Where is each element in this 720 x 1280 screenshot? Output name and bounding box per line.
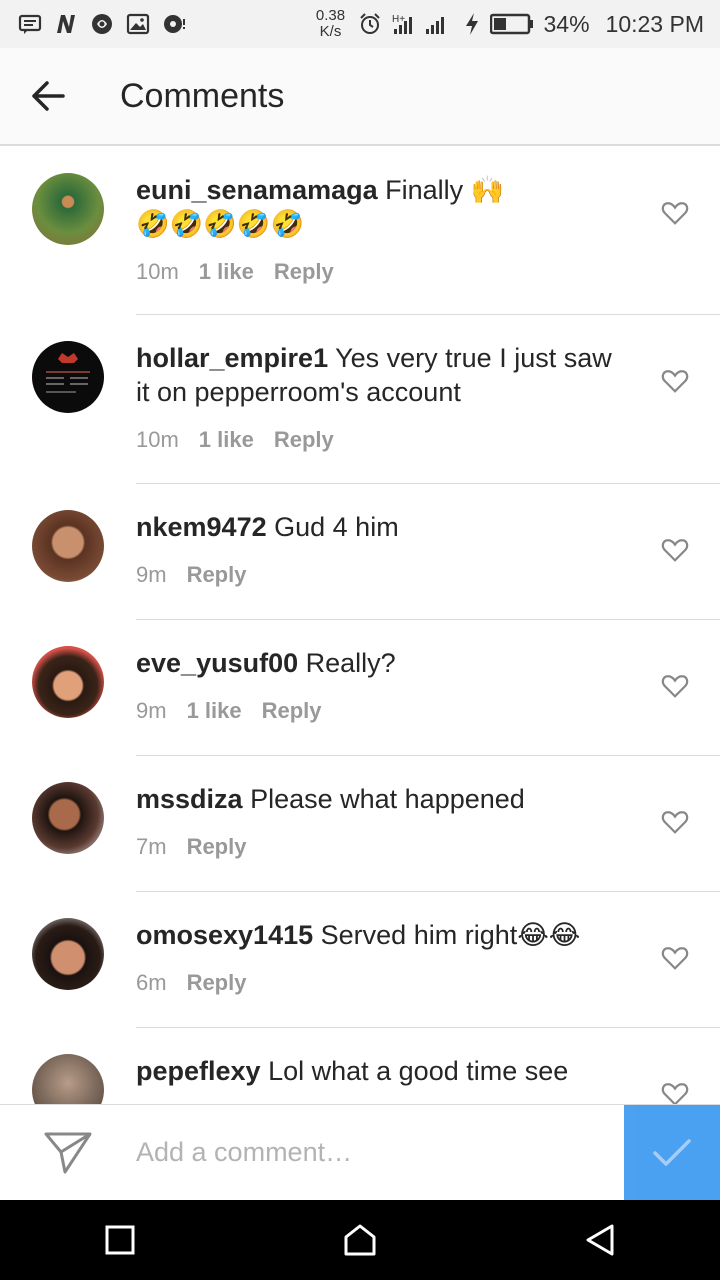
comment-item: nkem9472 Gud 4 him 9m Reply [32,484,720,620]
message-icon [18,14,42,34]
charging-icon [465,13,478,35]
heart-icon[interactable] [660,197,690,227]
comment-time: 10m [136,427,179,452]
square-icon [105,1225,135,1255]
comment-likes[interactable]: 1 like [199,255,254,289]
avatar[interactable] [32,173,104,245]
comment-meta: 9m Reply [136,558,616,592]
image-icon [126,13,150,35]
network-speed: 0.38 K/s [315,7,346,40]
alarm-icon [359,13,380,34]
comment-item: pepeflexy Lol what a good time see [32,1028,720,1104]
comment-username[interactable]: hollar_empire1 [136,343,328,373]
comment-item: hollar_empire1 Yes very true I just saw … [32,315,720,484]
comment-username[interactable]: mssdiza [136,784,243,814]
reply-button[interactable]: Reply [262,694,322,728]
comment-emoji-line: 🤣🤣🤣🤣🤣 [136,209,305,239]
comment-text: Lol what a good time see [268,1056,569,1086]
reply-button[interactable]: Reply [187,966,247,1000]
reply-button[interactable]: Reply [274,255,334,289]
home-button[interactable] [320,1200,400,1280]
media-icon [164,15,185,33]
comment-item: eve_yusuf00 Really? 9m 1 like Reply [32,620,720,756]
avatar[interactable] [32,646,104,718]
comment-meta: 7m Reply [136,830,616,864]
vpn-icon [92,14,112,34]
direct-share-button[interactable] [0,1105,136,1201]
back-nav-button[interactable] [560,1200,640,1280]
post-comment-button[interactable] [624,1104,720,1201]
battery-icon [489,13,533,35]
comment-time: 7m [136,834,167,859]
home-icon [344,1224,376,1256]
top-app-bar: Comments [0,48,720,146]
comments-list[interactable]: euni_senamamaga Finally 🙌 🤣🤣🤣🤣🤣 10m 1 li… [0,147,720,1104]
comment-meta: 10m 1 like Reply [136,255,616,289]
comment-likes[interactable]: 1 like [187,694,242,728]
avatar[interactable] [32,510,104,582]
system-nav-bar [0,1200,720,1280]
comment-item: mssdiza Please what happened 7m Reply [32,756,720,892]
comment-body: pepeflexy Lol what a good time see [136,1054,616,1088]
back-button[interactable] [0,47,96,145]
reply-button[interactable]: Reply [187,558,247,592]
comment-text: Really? [305,648,396,678]
heart-icon[interactable] [660,670,690,700]
comment-username[interactable]: omosexy1415 [136,920,313,950]
heart-icon[interactable] [660,1078,690,1104]
avatar[interactable] [32,1054,104,1104]
comment-composer [0,1104,720,1201]
heart-icon[interactable] [660,534,690,564]
comment-body: eve_yusuf00 Really? 9m 1 like Reply [136,646,616,728]
avatar[interactable] [32,341,104,413]
comment-username[interactable]: euni_senamamaga [136,175,378,205]
comment-text: Served him right😂😂 [320,920,581,950]
avatar[interactable] [32,782,104,854]
comment-meta: 6m Reply [136,966,616,1000]
status-bar: 0.38 K/s H+ 34% 10:23 PM [0,0,720,48]
comment-body: nkem9472 Gud 4 him 9m Reply [136,510,616,592]
comment-item: omosexy1415 Served him right😂😂 6m Reply [32,892,720,1028]
comment-text: Please what happened [250,784,525,814]
comment-username[interactable]: nkem9472 [136,512,267,542]
comment-text: Gud 4 him [274,512,399,542]
comment-body: mssdiza Please what happened 7m Reply [136,782,616,864]
comment-time: 10m [136,259,179,284]
comment-item: euni_senamamaga Finally 🙌 🤣🤣🤣🤣🤣 10m 1 li… [32,147,720,315]
page-title: Comments [120,76,285,115]
signal-icon: H+ [392,14,444,34]
heart-icon[interactable] [660,942,690,972]
avatar[interactable] [32,918,104,990]
checkmark-icon [653,1138,691,1166]
svg-text:H+: H+ [392,14,405,25]
comment-body: omosexy1415 Served him right😂😂 6m Reply [136,918,616,1000]
comment-likes[interactable]: 1 like [199,423,254,457]
comment-username[interactable]: pepeflexy [136,1056,261,1086]
comment-username[interactable]: eve_yusuf00 [136,648,298,678]
comment-body: hollar_empire1 Yes very true I just saw … [136,341,616,457]
comment-meta: 10m 1 like Reply [136,423,616,457]
back-arrow-icon [32,81,65,111]
reply-button[interactable]: Reply [274,423,334,457]
recents-button[interactable] [80,1200,160,1280]
triangle-back-icon [586,1224,614,1256]
comment-text: Finally 🙌 [385,175,505,205]
battery-percentage: 34% [543,10,590,37]
n-app-icon [57,15,75,33]
heart-icon[interactable] [660,806,690,836]
comment-body: euni_senamamaga Finally 🙌 🤣🤣🤣🤣🤣 10m 1 li… [136,173,616,289]
comment-time: 9m [136,698,167,723]
comment-time: 6m [136,970,167,995]
clock: 10:23 PM [605,10,704,37]
heart-icon[interactable] [660,365,690,395]
comment-time: 9m [136,562,167,587]
reply-button[interactable]: Reply [187,830,247,864]
comment-input[interactable] [136,1122,624,1183]
paper-plane-icon [44,1132,92,1173]
comment-meta: 9m 1 like Reply [136,694,616,728]
